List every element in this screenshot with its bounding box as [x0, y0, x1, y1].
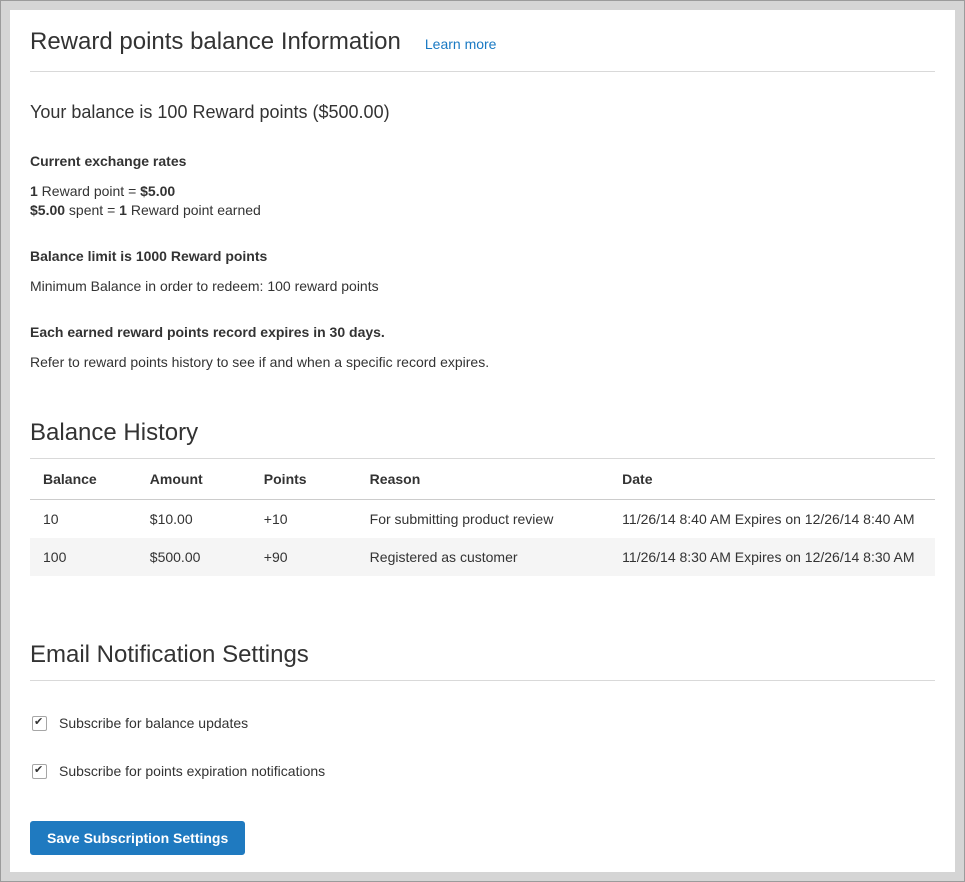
spend-rate-value: $5.00 [30, 202, 65, 218]
column-header-amount: Amount [137, 459, 251, 500]
cell-points: +90 [251, 538, 357, 576]
subscribe-expiration-notifications-option[interactable]: Subscribe for points expiration notifica… [30, 763, 935, 779]
expiration-note-text: Refer to reward points history to see if… [30, 353, 935, 372]
cell-points: +10 [251, 500, 357, 539]
cell-date: 11/26/14 8:30 AM Expires on 12/26/14 8:3… [609, 538, 935, 576]
subscribe-balance-updates-label: Subscribe for balance updates [59, 715, 248, 731]
table-header-row: Balance Amount Points Reason Date [30, 459, 935, 500]
learn-more-link[interactable]: Learn more [425, 36, 497, 52]
earn-rate-points: 1 [30, 183, 38, 199]
cell-reason: Registered as customer [357, 538, 609, 576]
spend-rate-points: 1 [119, 202, 127, 218]
email-settings-heading: Email Notification Settings [30, 640, 935, 681]
balance-history-heading: Balance History [30, 418, 935, 459]
cell-balance: 100 [30, 538, 137, 576]
spend-rate-line: $5.00 spent = 1 Reward point earned [30, 201, 935, 220]
cell-amount: $500.00 [137, 538, 251, 576]
save-subscription-settings-button[interactable]: Save Subscription Settings [30, 821, 245, 855]
table-row: 10 $10.00 +10 For submitting product rev… [30, 500, 935, 539]
page-title: Reward points balance Information [30, 28, 401, 56]
earn-rate-line: 1 Reward point = $5.00 [30, 182, 935, 201]
subscribe-balance-updates-checkbox[interactable] [32, 716, 47, 731]
spend-rate-text2: Reward point earned [127, 202, 261, 218]
exchange-rates-heading: Current exchange rates [30, 152, 935, 171]
balance-history-table: Balance Amount Points Reason Date 10 $10… [30, 459, 935, 576]
column-header-reason: Reason [357, 459, 609, 500]
minimum-balance-text: Minimum Balance in order to redeem: 100 … [30, 277, 935, 296]
table-body: 10 $10.00 +10 For submitting product rev… [30, 500, 935, 577]
balance-summary: Your balance is 100 Reward points ($500.… [30, 100, 935, 125]
expiration-rule-text: Each earned reward points record expires… [30, 323, 935, 342]
reward-points-panel: Reward points balance Information Learn … [10, 10, 955, 872]
subscribe-expiration-notifications-label: Subscribe for points expiration notifica… [59, 763, 325, 779]
cell-reason: For submitting product review [357, 500, 609, 539]
table-header: Balance Amount Points Reason Date [30, 459, 935, 500]
spend-rate-text: spent = [65, 202, 119, 218]
column-header-balance: Balance [30, 459, 137, 500]
subscribe-balance-updates-option[interactable]: Subscribe for balance updates [30, 715, 935, 731]
earn-rate-text: Reward point = [38, 183, 140, 199]
earn-rate-value: $5.00 [140, 183, 175, 199]
column-header-date: Date [609, 459, 935, 500]
page-header: Reward points balance Information Learn … [30, 28, 935, 72]
column-header-points: Points [251, 459, 357, 500]
subscribe-expiration-notifications-checkbox[interactable] [32, 764, 47, 779]
table-row: 100 $500.00 +90 Registered as customer 1… [30, 538, 935, 576]
cell-amount: $10.00 [137, 500, 251, 539]
cell-date: 11/26/14 8:40 AM Expires on 12/26/14 8:4… [609, 500, 935, 539]
balance-limit-text: Balance limit is 1000 Reward points [30, 247, 935, 266]
cell-balance: 10 [30, 500, 137, 539]
